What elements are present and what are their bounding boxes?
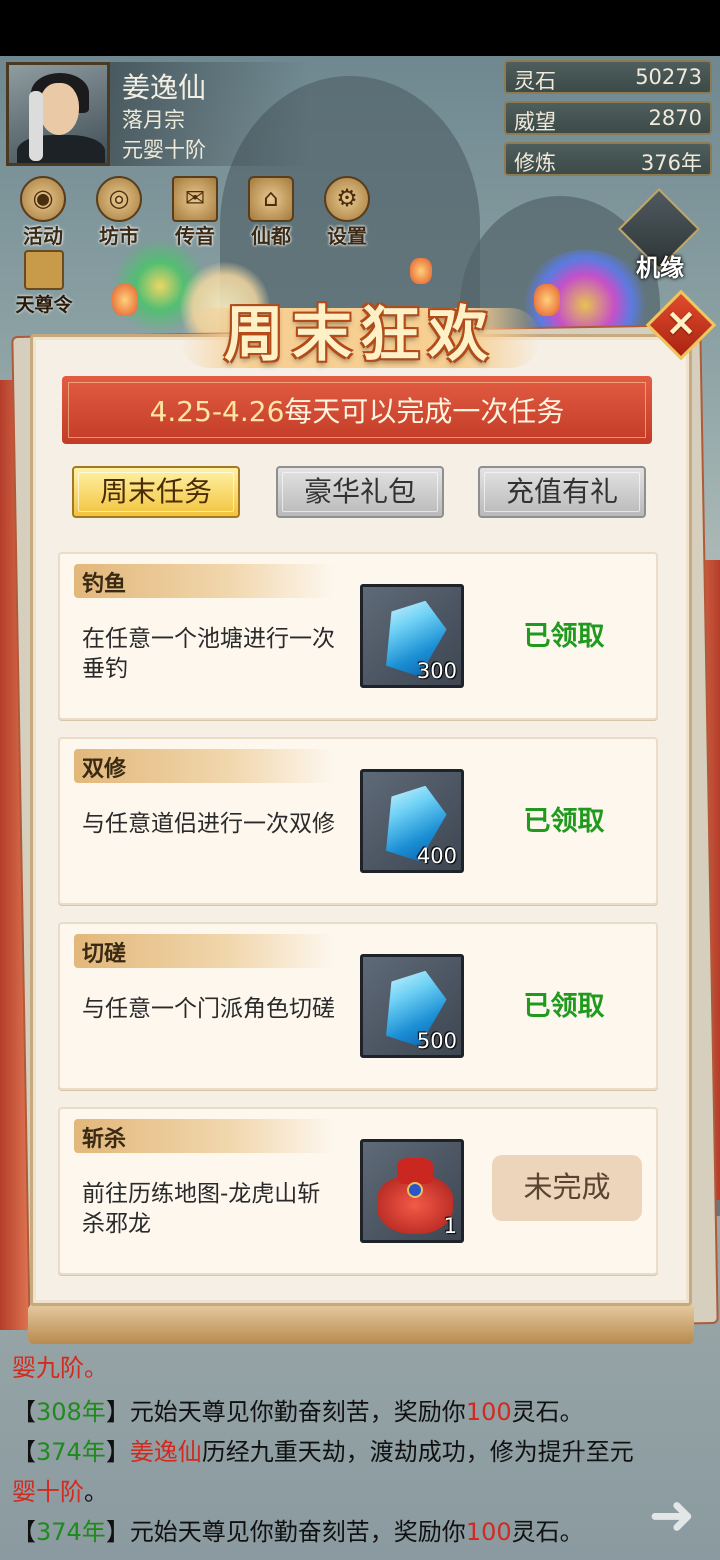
tab-label: 豪华礼包 bbox=[303, 475, 416, 508]
log-line: 婴十阶。 bbox=[12, 1478, 108, 1506]
close-icon: × bbox=[665, 300, 697, 344]
market-icon: ◎ bbox=[96, 176, 142, 222]
stat-value: 376年 bbox=[640, 151, 702, 175]
arrow-right-icon[interactable]: ➜ bbox=[640, 1488, 704, 1548]
player-rank: 元婴十阶 bbox=[122, 138, 206, 162]
date-range: 4.25-4.26 bbox=[149, 395, 285, 428]
activity-icon: ◉ bbox=[20, 176, 66, 222]
immortal-city-label: 仙都 bbox=[251, 224, 291, 248]
lantern-decoration bbox=[112, 284, 138, 316]
reward-slot[interactable]: 400 bbox=[360, 769, 464, 873]
task-description: 与任意道侣进行一次双修 bbox=[82, 811, 335, 837]
log-line: 婴九阶。 bbox=[12, 1354, 108, 1382]
player-sect: 落月宗 bbox=[122, 108, 185, 132]
task-card-fishing: 钓鱼 在任意一个池塘进行一次垂钓 300 已领取 bbox=[58, 552, 658, 720]
activity-label: 活动 bbox=[23, 224, 63, 248]
settings-button[interactable]: ⚙ 设置 bbox=[314, 176, 380, 252]
incomplete-button[interactable]: 未完成 bbox=[492, 1155, 642, 1221]
status-bar bbox=[0, 0, 720, 56]
log-line: 【308年】元始天尊见你勤奋刻苦，奖励你100灵石。 bbox=[12, 1398, 584, 1426]
task-card-slay: 斩杀 前往历练地图-龙虎山斩杀邪龙 1 未完成 bbox=[58, 1107, 658, 1275]
event-title: 周末狂欢 bbox=[224, 300, 496, 370]
reward-quantity: 300 bbox=[416, 659, 457, 683]
status-claimed: 已领取 bbox=[523, 991, 605, 1022]
status-claimed: 已领取 bbox=[523, 806, 605, 837]
date-banner: 4.25-4.26每天可以完成一次任务 bbox=[62, 376, 652, 444]
settings-label: 设置 bbox=[327, 224, 367, 248]
token-icon bbox=[24, 250, 64, 290]
player-avatar[interactable] bbox=[6, 62, 110, 166]
stat-label: 修炼 bbox=[514, 151, 556, 175]
close-button[interactable]: × bbox=[645, 289, 717, 361]
stat-cultivation: 修炼 376年 bbox=[504, 142, 712, 176]
event-title-banner: 周末狂欢 bbox=[180, 278, 540, 370]
stat-prestige: 威望 2870 bbox=[504, 101, 712, 135]
player-name: 姜逸仙 bbox=[122, 71, 207, 104]
reward-quantity: 400 bbox=[416, 844, 457, 868]
status-claimed: 已领取 bbox=[523, 621, 605, 652]
date-banner-text: 4.25-4.26每天可以完成一次任务 bbox=[62, 390, 652, 430]
reward-slot[interactable]: 300 bbox=[360, 584, 464, 688]
red-bag-icon bbox=[377, 1154, 453, 1234]
task-tag: 切磋 bbox=[74, 934, 334, 968]
task-description: 前往历练地图-龙虎山斩杀邪龙 bbox=[82, 1181, 321, 1237]
task-tag: 钓鱼 bbox=[74, 564, 334, 598]
reward-slot[interactable]: 1 bbox=[360, 1139, 464, 1243]
stat-spirit-stone: 灵石 50273 bbox=[504, 60, 712, 94]
reward-quantity: 500 bbox=[416, 1029, 457, 1053]
log-line: 【374年】姜逸仙历经九重天劫，渡劫成功，修为提升至元 bbox=[12, 1438, 634, 1466]
tianzun-label: 天尊令 bbox=[15, 294, 73, 316]
mail-icon: ✉ bbox=[172, 176, 218, 222]
tianzun-button[interactable]: 天尊令 bbox=[4, 250, 84, 320]
date-description: 每天可以完成一次任务 bbox=[284, 395, 565, 428]
gear-icon: ⚙ bbox=[324, 176, 370, 222]
task-description: 在任意一个池塘进行一次垂钓 bbox=[82, 626, 335, 682]
task-tag: 双修 bbox=[74, 749, 334, 783]
panel-scroll-bottom bbox=[28, 1304, 694, 1344]
stat-value: 2870 bbox=[648, 106, 702, 130]
tab-recharge-gift[interactable]: 充值有礼 bbox=[478, 466, 646, 518]
activity-button[interactable]: ◉ 活动 bbox=[10, 176, 76, 252]
task-description: 与任意一个门派角色切磋 bbox=[82, 996, 335, 1022]
task-card-dual-cultivation: 双修 与任意道侣进行一次双修 400 已领取 bbox=[58, 737, 658, 905]
pagoda-icon: ⌂ bbox=[248, 176, 294, 222]
task-tag: 斩杀 bbox=[74, 1119, 334, 1153]
reward-slot[interactable]: 500 bbox=[360, 954, 464, 1058]
log-line: 【374年】元始天尊见你勤奋刻苦，奖励你100灵石。 bbox=[12, 1518, 584, 1546]
immortal-city-button[interactable]: ⌂ 仙都 bbox=[238, 176, 304, 252]
stat-label: 威望 bbox=[514, 110, 556, 134]
task-card-spar: 切磋 与任意一个门派角色切磋 500 已领取 bbox=[58, 922, 658, 1090]
stat-value: 50273 bbox=[635, 65, 702, 89]
reward-quantity: 1 bbox=[443, 1214, 457, 1238]
stat-label: 灵石 bbox=[514, 69, 556, 93]
tab-luxury-pack[interactable]: 豪华礼包 bbox=[276, 466, 444, 518]
tab-weekend-tasks[interactable]: 周末任务 bbox=[72, 466, 240, 518]
tab-label: 充值有礼 bbox=[505, 475, 618, 508]
tab-label: 周末任务 bbox=[99, 475, 212, 508]
